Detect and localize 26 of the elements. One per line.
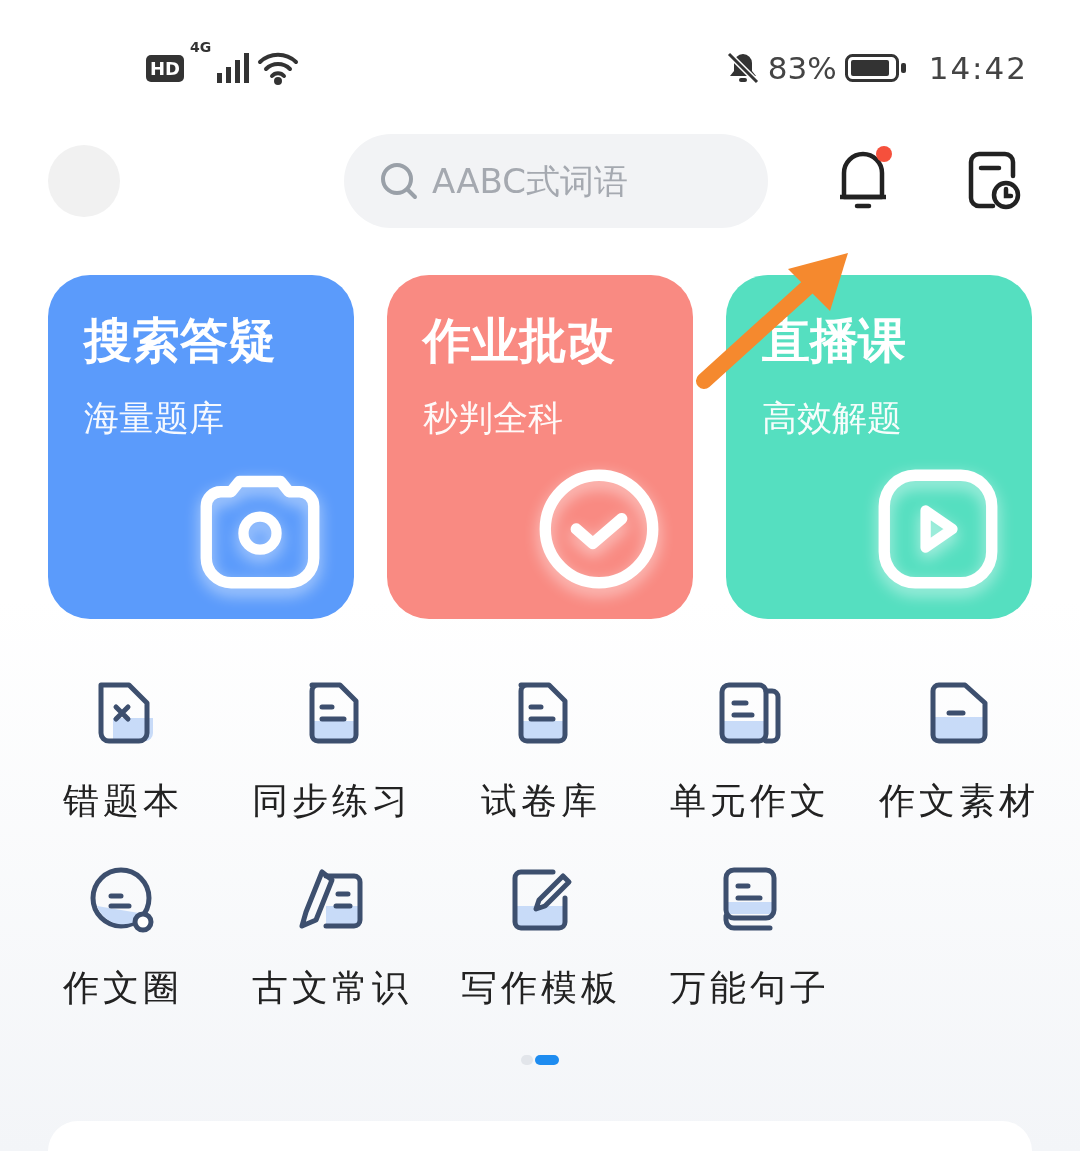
card-subtitle: 秒判全科 xyxy=(423,397,564,440)
hd-badge: HD xyxy=(146,54,184,82)
card-title: 作业批改 xyxy=(423,311,616,370)
clock: 14:42 xyxy=(928,50,1028,86)
card-subtitle: 海量题库 xyxy=(84,397,225,440)
wifi-icon xyxy=(257,51,300,85)
shortcut-item[interactable]: 作文圈 xyxy=(18,860,227,1013)
document-clock-icon xyxy=(967,150,1023,212)
card-title: 搜索答疑 xyxy=(84,311,277,370)
shortcut-item[interactable]: 错题本 xyxy=(18,673,227,826)
shortcut-item[interactable]: 试卷库 xyxy=(436,673,645,826)
shortcut-item[interactable]: 单元作文 xyxy=(645,673,854,826)
shortcut-item[interactable]: 写作模板 xyxy=(436,860,645,1013)
card-subtitle: 高效解题 xyxy=(762,397,903,440)
search-icon xyxy=(380,162,418,200)
shortcut-item[interactable]: 作文素材 xyxy=(854,673,1063,826)
play-icon xyxy=(876,467,1000,591)
signal-icon xyxy=(217,53,252,83)
battery-percent: 83% xyxy=(767,50,837,86)
search-field[interactable]: AABC式词语 xyxy=(344,134,768,228)
check-circle-icon xyxy=(537,467,661,591)
shortcut-item[interactable]: 同步练习 xyxy=(227,673,436,826)
shortcut-item[interactable]: 万能句子 xyxy=(645,860,854,1013)
shortcut-item[interactable]: 古文常识 xyxy=(227,860,436,1013)
network-type: 4G xyxy=(190,39,212,55)
battery-icon xyxy=(844,54,907,82)
